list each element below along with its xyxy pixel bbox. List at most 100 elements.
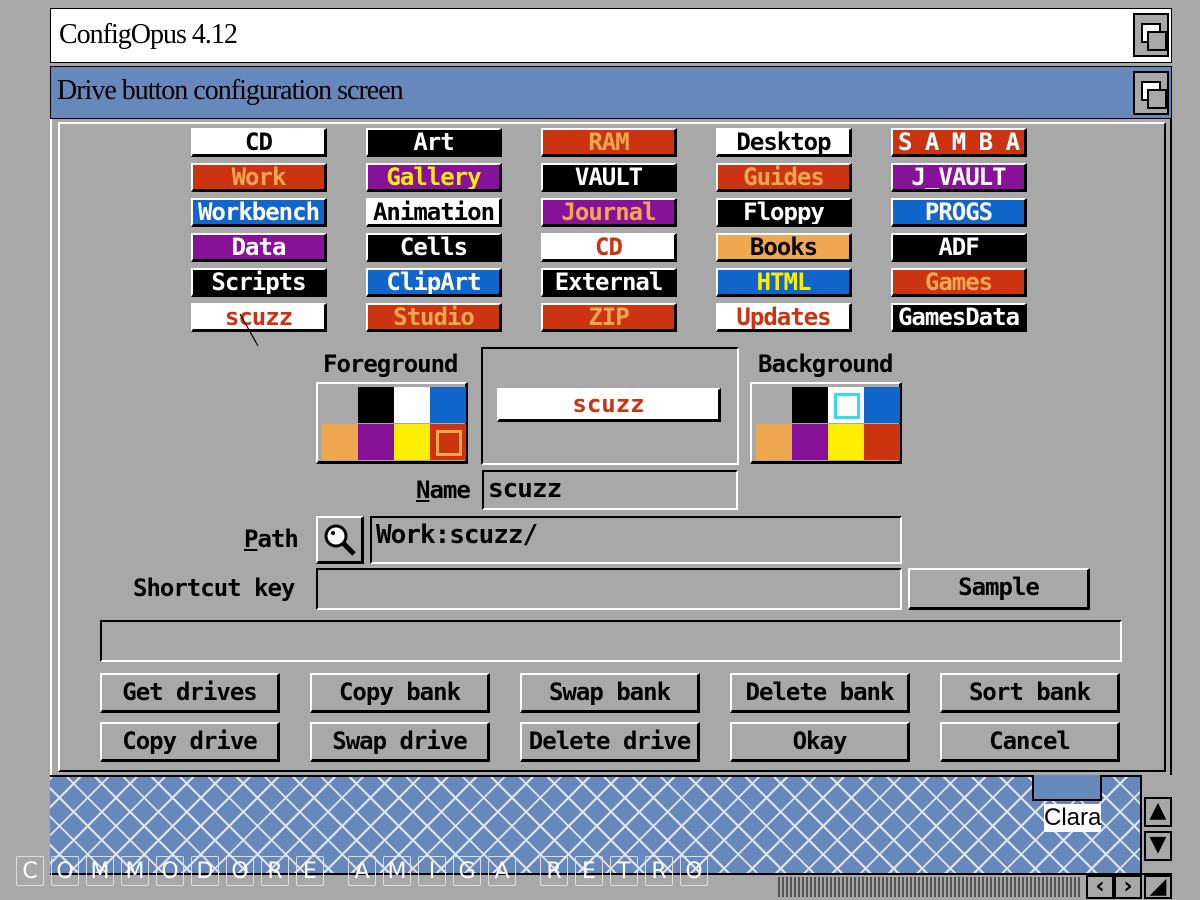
drive-button[interactable]: Animation [366, 198, 502, 227]
drive-button[interactable]: HTML [716, 268, 852, 297]
drive-button[interactable]: PROGS [891, 198, 1027, 227]
scroll-left-icon[interactable]: ‹ [1086, 875, 1114, 899]
palette-swatch[interactable] [828, 387, 864, 423]
palette-swatch[interactable] [828, 424, 864, 460]
drive-icon[interactable] [1032, 775, 1102, 801]
drive-button[interactable]: Floppy [716, 198, 852, 227]
watermark-letter: R [540, 856, 568, 886]
watermark-letter: E [575, 856, 603, 886]
drive-button[interactable]: J_VAULT [891, 163, 1027, 192]
get-drives-button[interactable]: Get drives [100, 673, 280, 713]
drive-button[interactable]: Guides [716, 163, 852, 192]
drive-button[interactable]: S A M B A [891, 128, 1027, 157]
copy-drive-button[interactable]: Copy drive [100, 722, 280, 762]
palette-swatch[interactable] [322, 424, 358, 460]
scroll-track[interactable] [778, 877, 1082, 897]
resize-icon[interactable]: ◢ [1144, 875, 1172, 899]
sample-button[interactable]: Sample [908, 568, 1090, 610]
drive-button[interactable]: GamesData [891, 303, 1027, 332]
drive-bank-4: Desktop Guides Floppy Books HTML Updates [716, 128, 854, 338]
drive-button[interactable]: CD [541, 233, 677, 262]
palette-swatch[interactable] [864, 387, 900, 423]
name-field[interactable]: scuzz [482, 470, 738, 510]
drive-button[interactable]: Updates [716, 303, 852, 332]
selected-marker [834, 393, 860, 419]
palette-swatch[interactable] [394, 424, 430, 460]
swap-bank-button[interactable]: Swap bank [520, 673, 700, 713]
drive-button[interactable]: Gallery [366, 163, 502, 192]
drive-button[interactable]: Scripts [191, 268, 327, 297]
drive-button[interactable]: RAM [541, 128, 677, 157]
drive-button[interactable]: ZIP [541, 303, 677, 332]
watermark-letter [331, 848, 341, 878]
swap-drive-button[interactable]: Swap drive [310, 722, 490, 762]
watermark-letter: A [348, 856, 376, 886]
depth-gadget-icon[interactable] [1133, 71, 1169, 115]
drive-button[interactable]: CD [191, 128, 327, 157]
clara-icon-label[interactable]: Clara [1044, 804, 1102, 832]
scroll-down-icon[interactable]: ▼ [1144, 831, 1172, 861]
app-title: ConfigOpus 4.12 [59, 19, 238, 50]
drive-button[interactable]: Work [191, 163, 327, 192]
path-field[interactable]: Work:scuzz/ [370, 516, 902, 564]
watermark-letter: I [418, 856, 446, 886]
screen-title-bar[interactable]: Drive button configuration screen [50, 66, 1172, 119]
watermark-letter: E [296, 856, 324, 886]
cancel-button[interactable]: Cancel [940, 722, 1120, 762]
okay-button[interactable]: Okay [730, 722, 910, 762]
drive-button[interactable]: ClipArt [366, 268, 502, 297]
drive-button[interactable]: Cells [366, 233, 502, 262]
background-palette[interactable] [750, 382, 902, 464]
palette-swatch[interactable] [394, 387, 430, 423]
watermark-letter [523, 848, 533, 878]
scroll-right-icon[interactable]: › [1114, 875, 1142, 899]
watermark-letter: O [226, 856, 254, 886]
selected-marker [436, 430, 462, 456]
watermark-letter: G [453, 856, 481, 886]
delete-drive-button[interactable]: Delete drive [520, 722, 700, 762]
watermark-letter: M [121, 856, 149, 886]
palette-swatch[interactable] [358, 387, 394, 423]
watermark-letter: A [488, 856, 516, 886]
palette-swatch[interactable] [792, 387, 828, 423]
copy-bank-button[interactable]: Copy bank [310, 673, 490, 713]
shortcut-field[interactable] [316, 568, 902, 610]
palette-swatch[interactable] [756, 424, 792, 460]
palette-swatch[interactable] [322, 387, 358, 423]
drive-bank-5: S A M B A J_VAULT PROGS ADF Games GamesData [891, 128, 1029, 338]
palette-swatch[interactable] [358, 424, 394, 460]
path-label: Path [244, 525, 299, 553]
drive-button[interactable]: VAULT [541, 163, 677, 192]
palette-swatch[interactable] [430, 424, 466, 460]
palette-swatch[interactable] [864, 424, 900, 460]
foreground-palette[interactable] [316, 382, 468, 464]
watermark-letter: T [610, 856, 638, 886]
drive-button[interactable]: Studio [366, 303, 502, 332]
path-browse-button[interactable] [316, 516, 364, 564]
watermark-letter: M [383, 856, 411, 886]
sort-bank-button[interactable]: Sort bank [940, 673, 1120, 713]
palette-swatch[interactable] [792, 424, 828, 460]
drive-button[interactable]: Art [366, 128, 502, 157]
delete-bank-button[interactable]: Delete bank [730, 673, 910, 713]
watermark-letter: O [680, 856, 708, 886]
drive-button[interactable]: Desktop [716, 128, 852, 157]
drive-button[interactable]: Journal [541, 198, 677, 227]
drive-button[interactable]: Games [891, 268, 1027, 297]
drive-bank-3: RAM VAULT Journal CD External ZIP [541, 128, 679, 338]
name-label: Name [416, 476, 471, 504]
palette-swatch[interactable] [756, 387, 792, 423]
scroll-up-icon[interactable]: ▲ [1144, 797, 1172, 827]
depth-gadget-icon[interactable] [1133, 13, 1169, 57]
drive-button[interactable]: ADF [891, 233, 1027, 262]
drive-button[interactable]: Books [716, 233, 852, 262]
watermark-letter: O [156, 856, 184, 886]
app-title-bar[interactable]: ConfigOpus 4.12 [50, 8, 1172, 63]
palette-swatch[interactable] [430, 387, 466, 423]
drive-button[interactable]: Data [191, 233, 327, 262]
watermark-letter: R [261, 856, 289, 886]
watermark-letter: O [51, 856, 79, 886]
drive-button[interactable]: External [541, 268, 677, 297]
drive-button[interactable]: Workbench [191, 198, 327, 227]
vertical-scrollbar[interactable]: ▲ ▼ [1140, 775, 1172, 875]
